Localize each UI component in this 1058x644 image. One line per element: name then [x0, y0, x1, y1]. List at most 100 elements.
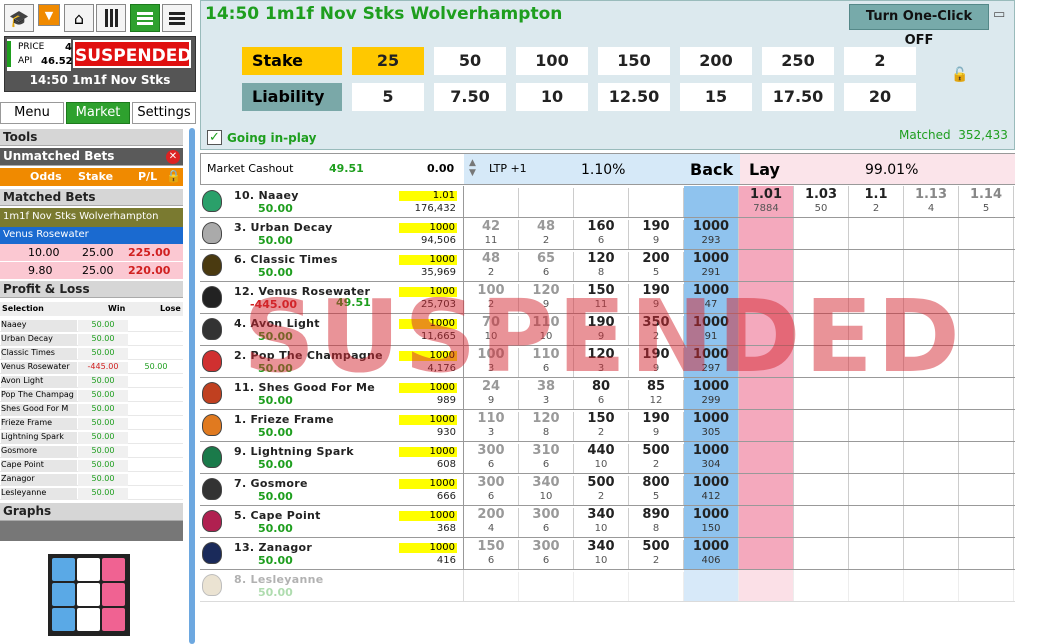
runner-name[interactable]: 5. Cape Point	[234, 509, 321, 522]
lay-best-cell[interactable]	[739, 410, 794, 441]
back-depth-cell[interactable]: 120 9	[519, 284, 574, 313]
back-depth-cell[interactable]: 65 6	[519, 252, 574, 281]
lay-depth-cell[interactable]	[849, 538, 904, 569]
stake-button[interactable]: 50	[434, 47, 506, 75]
lay-depth-cell[interactable]	[904, 570, 959, 601]
pl-row[interactable]: Gosmore 50.00	[0, 444, 183, 458]
back-depth-cell[interactable]: 100 3	[464, 348, 519, 377]
back-best-cell[interactable]: 1000 305	[684, 410, 739, 441]
lay-depth-cell[interactable]	[794, 314, 849, 345]
liability-button[interactable]: 15	[680, 83, 752, 111]
lay-depth-cell[interactable]	[904, 474, 959, 505]
lay-depth-cell[interactable]	[904, 442, 959, 473]
sort-icon[interactable]: ▲ ▼	[469, 158, 476, 178]
back-depth-cell[interactable]: 150 2	[574, 412, 629, 441]
stake-button[interactable]: 250	[762, 47, 834, 75]
pl-row[interactable]: Shes Good For M 50.00	[0, 402, 183, 416]
back-best-cell[interactable]: 1000 412	[684, 474, 739, 505]
lay-depth-cell[interactable]	[959, 378, 1014, 409]
lay-depth-cell[interactable]: 1.1 2	[849, 186, 904, 217]
runner-name[interactable]: 2. Pop The Champagne	[234, 349, 383, 362]
back-depth-cell[interactable]: 340 10	[574, 508, 629, 537]
pl-row[interactable]: Frieze Frame 50.00	[0, 416, 183, 430]
close-icon[interactable]: ✕	[166, 150, 180, 164]
lay-depth-cell[interactable]	[959, 570, 1014, 601]
back-depth-cell[interactable]: 350 2	[629, 316, 684, 345]
runner-name[interactable]: 6. Classic Times	[234, 253, 338, 266]
runner-row[interactable]: 7. Gosmore 50.00 1000 666 300 6 340 10 500 2 800 5 1…	[200, 474, 1015, 506]
back-depth-cell[interactable]: 110 6	[519, 348, 574, 377]
runner-name[interactable]: 4. Avon Light	[234, 317, 320, 330]
pl-row[interactable]: Lightning Spark 50.00	[0, 430, 183, 444]
back-depth-cell[interactable]: 48 2	[464, 252, 519, 281]
lay-depth-cell[interactable]	[904, 218, 959, 249]
back-depth-cell[interactable]: 500 2	[574, 476, 629, 505]
lay-best-cell[interactable]	[739, 442, 794, 473]
lay-depth-cell[interactable]	[904, 410, 959, 441]
lay-depth-cell[interactable]	[959, 474, 1014, 505]
home-icon[interactable]: ⌂	[64, 4, 94, 32]
tab-menu[interactable]: Menu	[0, 102, 64, 124]
back-depth-cell[interactable]: 120 3	[574, 348, 629, 377]
back-depth-cell[interactable]: 310 6	[519, 444, 574, 473]
back-depth-cell[interactable]: 200 5	[629, 252, 684, 281]
lay-best-cell[interactable]	[739, 314, 794, 345]
stake-button[interactable]: 200	[680, 47, 752, 75]
back-depth-cell[interactable]: 85 12	[629, 380, 684, 409]
back-best-cell[interactable]: 1000 304	[684, 442, 739, 473]
runner-row[interactable]: 9. Lightning Spark 50.00 1000 608 300 6 310 6 44…	[200, 442, 1015, 474]
back-depth-cell[interactable]: 24 9	[464, 380, 519, 409]
runner-name[interactable]: 1. Frieze Frame	[234, 413, 334, 426]
lay-best-cell[interactable]	[739, 282, 794, 313]
matched-header[interactable]: Matched Bets	[0, 189, 183, 206]
back-depth-cell[interactable]: 110 10	[519, 316, 574, 345]
runner-name[interactable]: 3. Urban Decay	[234, 221, 333, 234]
back-depth-cell[interactable]: 300 6	[519, 540, 574, 569]
lay-depth-cell[interactable]	[959, 282, 1014, 313]
stake-button[interactable]: 100	[516, 47, 588, 75]
back-depth-cell[interactable]: 340 10	[574, 540, 629, 569]
back-depth-cell[interactable]: 190 9	[629, 412, 684, 441]
lay-depth-cell[interactable]	[794, 442, 849, 473]
back-best-cell[interactable]	[684, 186, 739, 217]
runner-name[interactable]: 10. Naaey	[234, 189, 299, 202]
lay-best-cell[interactable]	[739, 378, 794, 409]
back-depth-cell[interactable]	[629, 572, 684, 601]
runner-row[interactable]: 8. Lesleyanne 50.00	[200, 570, 1015, 602]
back-depth-cell[interactable]: 800 5	[629, 476, 684, 505]
runner-name[interactable]: 8. Lesleyanne	[234, 573, 324, 586]
left-scrollbar[interactable]	[189, 128, 195, 644]
lay-depth-cell[interactable]	[794, 346, 849, 377]
lay-depth-cell[interactable]	[794, 218, 849, 249]
back-best-cell[interactable]: 1000 291	[684, 250, 739, 281]
lay-best-cell[interactable]	[739, 538, 794, 569]
pl-row[interactable]: Lesleyanne 50.00	[0, 486, 183, 500]
back-depth-cell[interactable]	[464, 572, 519, 601]
tab-market[interactable]: Market	[66, 102, 130, 124]
lay-best-cell[interactable]	[739, 474, 794, 505]
back-depth-cell[interactable]: 340 10	[519, 476, 574, 505]
lay-depth-cell[interactable]	[794, 506, 849, 537]
runner-name[interactable]: 9. Lightning Spark	[234, 445, 354, 458]
runner-row[interactable]: 5. Cape Point 50.00 1000 368 200 4 300 6 340 10 89…	[200, 506, 1015, 538]
liability-button[interactable]: 10	[516, 83, 588, 111]
pl-row[interactable]: Venus Rosewater -445.00 50.00	[0, 360, 183, 374]
back-depth-cell[interactable]	[464, 188, 519, 217]
back-best-cell[interactable]: 1000 299	[684, 378, 739, 409]
liability-button[interactable]: 17.50	[762, 83, 834, 111]
lay-best-cell[interactable]	[739, 506, 794, 537]
runner-name[interactable]: 13. Zanagor	[234, 541, 312, 554]
back-depth-cell[interactable]	[519, 188, 574, 217]
tab-settings[interactable]: Settings	[132, 102, 196, 124]
runner-row[interactable]: 12. Venus Rosewater -445.00 49.51 1000 25,70…	[200, 282, 1015, 314]
back-best-cell[interactable]: 1000 293	[684, 218, 739, 249]
columns-icon[interactable]	[96, 4, 126, 32]
pl-row[interactable]: Avon Light 50.00	[0, 374, 183, 388]
back-depth-cell[interactable]: 120 8	[519, 412, 574, 441]
stake-button[interactable]: 2	[844, 47, 916, 75]
lay-depth-cell[interactable]	[959, 410, 1014, 441]
lay-depth-cell[interactable]	[959, 442, 1014, 473]
pl-row[interactable]: Pop The Champag 50.00	[0, 388, 183, 402]
runner-row[interactable]: 2. Pop The Champagne 50.00 1000 4,176 100 3 11…	[200, 346, 1015, 378]
back-depth-cell[interactable]: 70 10	[464, 316, 519, 345]
